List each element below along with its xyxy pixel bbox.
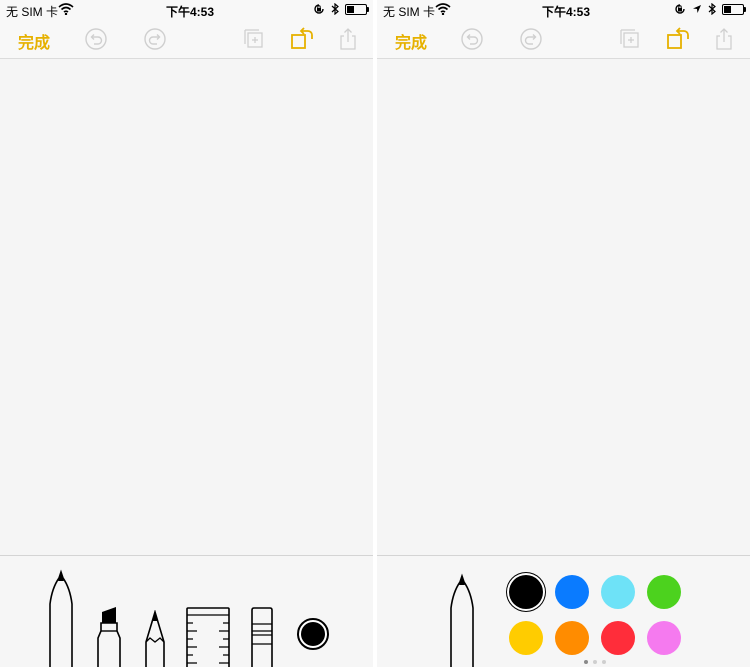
drawing-screen-tools: 无 SIM 卡 下午4:53 完成 bbox=[0, 0, 373, 667]
carrier-label: 无 SIM 卡 bbox=[6, 5, 59, 19]
status-indicators bbox=[674, 3, 746, 15]
color-swatch-yellow[interactable] bbox=[509, 621, 543, 655]
color-swatch-light-blue[interactable] bbox=[601, 575, 635, 609]
redo-icon[interactable] bbox=[143, 27, 167, 51]
carrier-label: 无 SIM 卡 bbox=[383, 5, 436, 19]
tool-tray bbox=[0, 555, 373, 667]
redo-icon[interactable] bbox=[519, 27, 543, 51]
eraser-tool-icon[interactable] bbox=[250, 606, 274, 667]
pen-tool-icon[interactable] bbox=[448, 572, 476, 667]
share-icon[interactable] bbox=[712, 27, 736, 51]
current-color-indicator bbox=[301, 622, 325, 646]
rotate-icon[interactable] bbox=[665, 24, 693, 52]
add-page-icon[interactable] bbox=[242, 27, 266, 51]
share-icon[interactable] bbox=[336, 27, 360, 51]
drawing-canvas[interactable] bbox=[377, 59, 750, 555]
nav-bar: 完成 bbox=[0, 20, 373, 59]
nav-bar: 完成 bbox=[377, 20, 750, 59]
color-swatch-pink[interactable] bbox=[647, 621, 681, 655]
rotate-icon[interactable] bbox=[289, 24, 317, 52]
undo-icon[interactable] bbox=[84, 27, 108, 51]
drawing-screen-colors: 无 SIM 卡 下午4:53 完成 bbox=[377, 0, 750, 667]
wifi-icon bbox=[435, 3, 451, 15]
orientation-lock-icon bbox=[314, 4, 324, 14]
color-swatch-red[interactable] bbox=[601, 621, 635, 655]
page-dot bbox=[593, 660, 597, 664]
battery-icon bbox=[722, 3, 746, 15]
clock: 下午4:53 bbox=[166, 5, 215, 19]
status-bar: 无 SIM 卡 下午4:53 bbox=[377, 0, 750, 20]
color-swatch-black[interactable] bbox=[509, 575, 543, 609]
color-swatch-blue[interactable] bbox=[555, 575, 589, 609]
page-dot-active bbox=[584, 660, 588, 664]
bluetooth-icon bbox=[331, 3, 339, 15]
wifi-icon bbox=[58, 3, 74, 15]
undo-icon[interactable] bbox=[460, 27, 484, 51]
orientation-lock-icon bbox=[675, 4, 685, 14]
ruler-tool-icon[interactable] bbox=[185, 606, 231, 667]
screens: 无 SIM 卡 下午4:53 完成 无 SIM 卡 下午4:53 完成 bbox=[0, 0, 750, 667]
bluetooth-icon bbox=[708, 3, 716, 15]
tool-tray bbox=[377, 555, 750, 667]
add-page-icon[interactable] bbox=[618, 27, 642, 51]
color-picker-button[interactable] bbox=[297, 618, 329, 650]
color-swatch-orange[interactable] bbox=[555, 621, 589, 655]
done-button[interactable]: 完成 bbox=[18, 29, 50, 53]
battery-icon bbox=[345, 3, 369, 15]
clock: 下午4:53 bbox=[542, 5, 591, 19]
location-arrow-icon bbox=[693, 5, 701, 13]
status-indicators bbox=[313, 3, 369, 15]
color-swatch-green[interactable] bbox=[647, 575, 681, 609]
pen-tool-icon[interactable] bbox=[46, 568, 76, 667]
status-bar: 无 SIM 卡 下午4:53 bbox=[0, 0, 373, 20]
done-button[interactable]: 完成 bbox=[395, 29, 427, 53]
page-dot bbox=[602, 660, 606, 664]
marker-tool-icon[interactable] bbox=[94, 606, 124, 667]
drawing-canvas[interactable] bbox=[0, 59, 373, 555]
pencil-tool-icon[interactable] bbox=[143, 610, 167, 667]
